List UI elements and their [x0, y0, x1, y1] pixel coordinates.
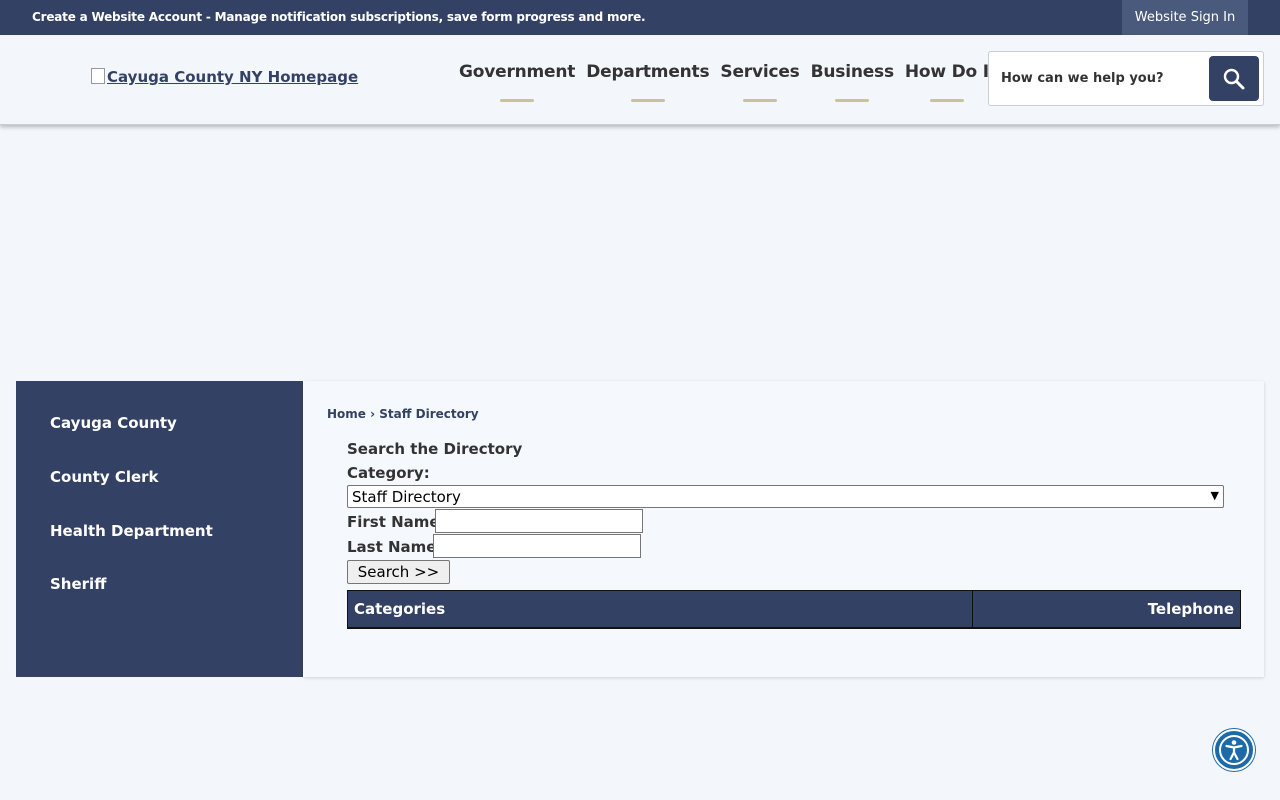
column-header-telephone: Telephone: [1147, 600, 1234, 618]
broken-image-icon: [91, 68, 105, 84]
category-label: Category:: [347, 464, 430, 482]
first-name-label: First Name:: [347, 513, 446, 531]
nav-label: Departments: [586, 62, 710, 82]
main-nav: Government Departments Services Business…: [459, 62, 1000, 102]
nav-business[interactable]: Business: [811, 62, 894, 102]
nav-label: Government: [459, 62, 576, 82]
sidebar-item-sheriff[interactable]: Sheriff: [50, 575, 106, 593]
sidebar-item-cayuga-county[interactable]: Cayuga County: [50, 414, 177, 432]
nav-label: Business: [810, 62, 894, 82]
directory-title: Search the Directory: [347, 440, 523, 458]
accessibility-icon: [1219, 735, 1249, 765]
homepage-logo-link[interactable]: Cayuga County NY Homepage: [91, 68, 358, 86]
sidebar-item-health-department[interactable]: Health Department: [50, 522, 213, 540]
create-account-link[interactable]: Create a Website Account - Manage notifi…: [32, 10, 646, 24]
top-utility-bar: Create a Website Account - Manage notifi…: [0, 0, 1280, 35]
first-name-input[interactable]: [435, 509, 643, 533]
column-header-categories: Categories: [348, 591, 973, 627]
nav-underline: [500, 99, 535, 102]
chevron-down-icon: ▼: [1210, 489, 1219, 502]
main-content: Home › Staff Directory Search the Direct…: [303, 381, 1264, 677]
nav-services[interactable]: Services: [720, 62, 800, 102]
nav-underline: [743, 99, 777, 102]
site-search: [988, 51, 1264, 106]
last-name-input[interactable]: [433, 534, 641, 558]
directory-table-header: Categories Telephone: [347, 590, 1241, 629]
nav-departments[interactable]: Departments: [586, 62, 710, 102]
breadcrumb-current[interactable]: Staff Directory: [379, 407, 478, 421]
magnifier-icon: [1223, 68, 1245, 89]
search-button[interactable]: [1209, 56, 1259, 101]
category-selected-value: Staff Directory: [352, 487, 461, 506]
nav-how-do-i[interactable]: How Do I: [905, 62, 989, 102]
nav-underline: [929, 99, 964, 102]
sidebar: Cayuga County County Clerk Health Depart…: [16, 381, 303, 677]
nav-label: How Do I: [904, 62, 989, 82]
last-name-label: Last Name:: [347, 538, 443, 556]
logo-alt-text: Cayuga County NY Homepage: [107, 68, 359, 86]
directory-search-button[interactable]: Search >>: [347, 560, 450, 584]
nav-label: Services: [720, 62, 800, 82]
breadcrumb-separator: ›: [370, 407, 376, 421]
sidebar-item-county-clerk[interactable]: County Clerk: [50, 468, 159, 486]
website-sign-in-button[interactable]: Website Sign In: [1122, 0, 1248, 35]
site-header: Cayuga County NY Homepage Government Dep…: [0, 35, 1280, 125]
nav-government[interactable]: Government: [459, 62, 575, 102]
search-input[interactable]: [1001, 62, 1191, 94]
category-select[interactable]: Staff Directory ▼: [347, 485, 1224, 508]
accessibility-button[interactable]: [1213, 729, 1255, 771]
breadcrumb-home[interactable]: Home: [327, 407, 366, 421]
nav-underline: [835, 99, 870, 102]
nav-underline: [630, 99, 665, 102]
breadcrumb: Home › Staff Directory: [327, 407, 479, 421]
